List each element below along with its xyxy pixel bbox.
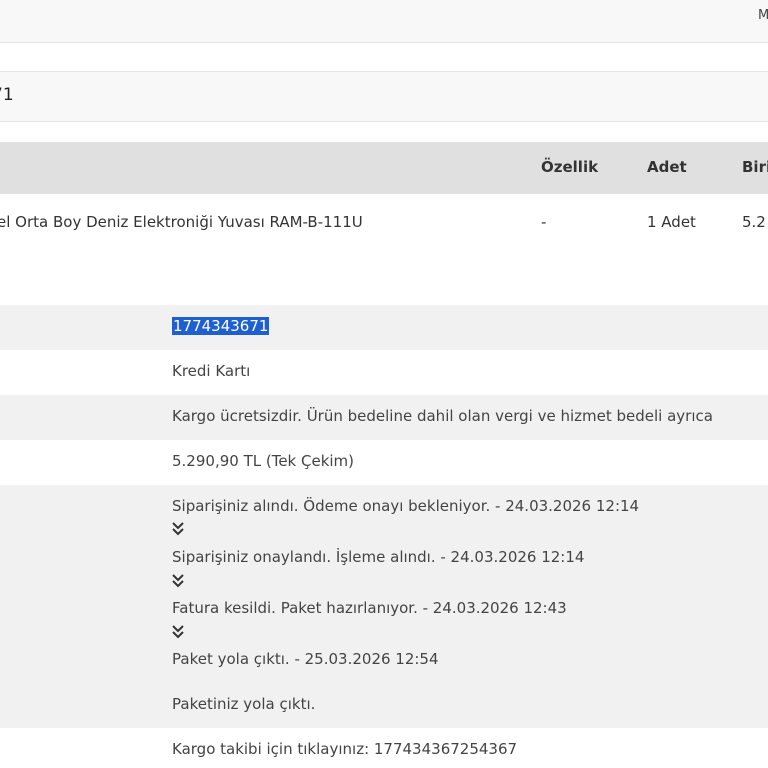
top-bar-text[interactable]: M [758, 8, 768, 23]
total-row: 5.290,90 TL (Tek Çekim) [0, 440, 768, 485]
selected-text[interactable]: 1774343671 [172, 317, 270, 335]
column-header-birim: Biri [742, 158, 768, 176]
order-items-table-header: Özellik Adet Biri [0, 142, 768, 194]
top-bar: M [0, 0, 768, 43]
payment-method-value: Kredi Kartı [172, 362, 251, 380]
status-step-1: Siparişiniz alındı. Ödeme onayı bekleniy… [172, 497, 640, 515]
column-header-ozellik: Özellik [541, 158, 599, 176]
payment-row: Kredi Kartı [0, 350, 768, 395]
total-amount-value: 5.290,90 TL (Tek Çekim) [172, 452, 355, 470]
order-number: 71 [0, 85, 14, 105]
double-chevron-down-icon [172, 625, 184, 639]
table-row: el Orta Boy Deniz Elektroniği Yuvası RAM… [0, 194, 768, 254]
double-chevron-down-icon [172, 574, 184, 588]
product-option: - [541, 213, 547, 231]
double-chevron-down-icon [172, 522, 184, 536]
status-step-2: Siparişiniz onaylandı. İşleme alındı. - … [172, 548, 585, 566]
tracking-row: Kargo takibi için tıklayınız: 1774343672… [0, 728, 768, 768]
status-step-4: Paket yola çıktı. - 25.03.2026 12:54 [172, 650, 439, 668]
order-code-row: 1774343671 [0, 305, 768, 350]
shipping-note-value: Kargo ücretsizdir. Ürün bedeline dahil o… [172, 407, 713, 425]
shipping-row: Kargo ücretsizdir. Ürün bedeline dahil o… [0, 395, 768, 440]
order-header: 71 [0, 71, 768, 122]
order-status-row: Siparişiniz alındı. Ödeme onayı bekleniy… [0, 485, 768, 728]
order-code-value[interactable]: 1774343671 [172, 317, 270, 335]
status-note: Paketiniz yola çıktı. [172, 695, 316, 713]
status-step-3: Fatura kesildi. Paket hazırlanıyor. - 24… [172, 599, 567, 617]
product-name[interactable]: el Orta Boy Deniz Elektroniği Yuvası RAM… [0, 213, 363, 231]
tracking-link[interactable]: Kargo takibi için tıklayınız: 1774343672… [172, 740, 517, 758]
column-header-adet: Adet [647, 158, 687, 176]
product-unit-price: 5.2 [742, 213, 766, 231]
product-quantity: 1 Adet [647, 213, 696, 231]
